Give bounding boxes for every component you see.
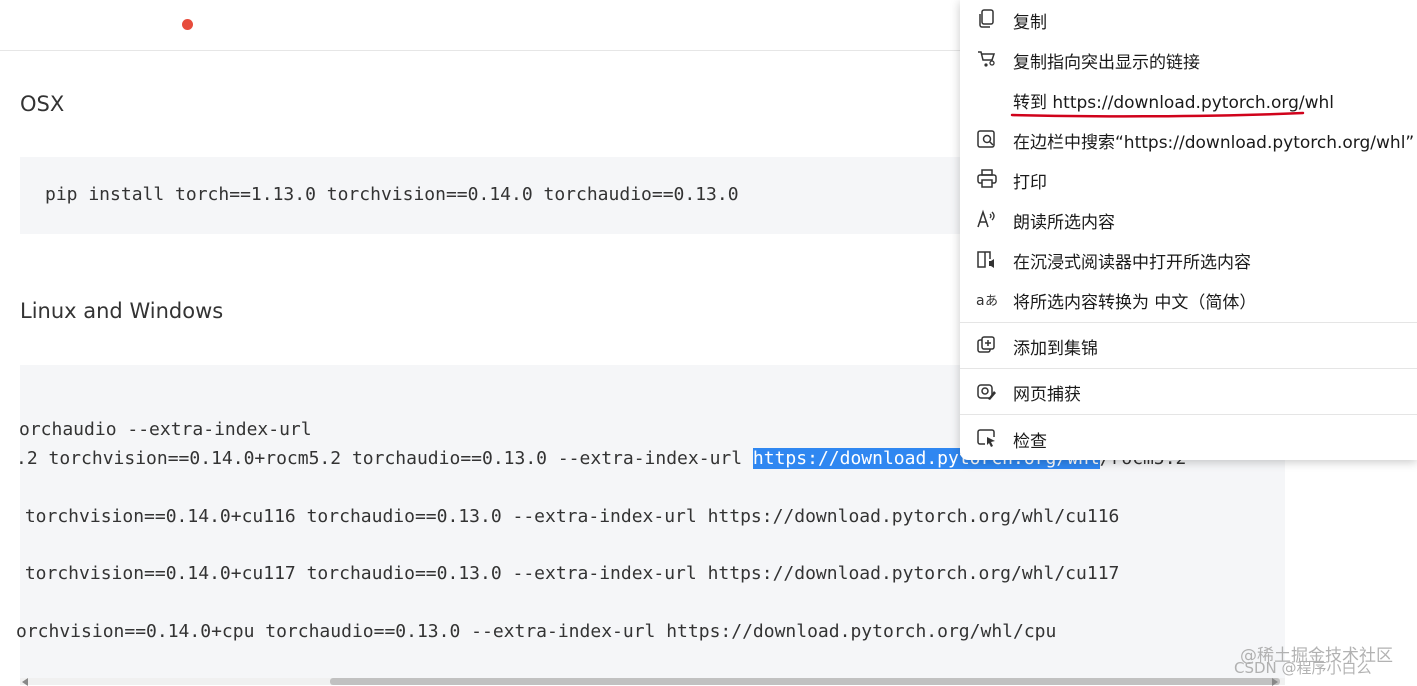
translate-icon: a あ [976, 293, 998, 309]
code-line-3: torchvision==0.14.0+cu116 torchaudio==0.… [14, 506, 1120, 527]
menu-separator [960, 322, 1417, 323]
menu-item-label: 在沉浸式阅读器中打开所选内容 [1013, 253, 1251, 273]
heading-osx: OSX [20, 92, 65, 116]
read-aloud-icon [977, 209, 995, 228]
menu-item-copy-link-highlight[interactable]: 复制指向突出显示的链接 [960, 40, 1417, 78]
red-underline-annotation [1010, 111, 1305, 118]
scrollbar-thumb[interactable] [330, 678, 1280, 685]
menu-item-label: 转到 https://download.pytorch.org/whl [1013, 93, 1335, 113]
menu-item-label: 朗读所选内容 [1013, 213, 1115, 233]
menu-item-inspect[interactable]: 检查 [960, 419, 1417, 457]
printer-icon [977, 169, 997, 188]
inspect-icon [977, 429, 995, 447]
sidebar-search-icon [977, 130, 995, 148]
watermark-line-2: CSDN @程序小白么 [1234, 659, 1372, 677]
menu-item-immersive-reader[interactable]: 在沉浸式阅读器中打开所选内容 [960, 240, 1417, 278]
code-block-osx: pip install torch==1.13.0 torchvision==0… [20, 157, 1000, 234]
menu-item-label: 打印 [1013, 173, 1047, 193]
svg-text:a: a [976, 293, 985, 309]
code-line-2-text: .2 torchvision==0.14.0+rocm5.2 torchaudi… [16, 448, 753, 469]
menu-item-read-aloud[interactable]: 朗读所选内容 [960, 200, 1417, 238]
code-line-4: torchvision==0.14.0+cu117 torchaudio==0.… [14, 563, 1120, 584]
code-line-5: orchvision==0.14.0+cpu torchaudio==0.13.… [16, 621, 1057, 642]
menu-item-add-to-collections[interactable]: 添加到集锦 [960, 326, 1417, 364]
menu-item-label: 复制 [1013, 13, 1047, 33]
menu-item-web-capture[interactable]: 网页捕获 [960, 372, 1417, 410]
menu-item-label: 将所选内容转换为 中文（简体） [1013, 293, 1257, 313]
heading-linux-windows: Linux and Windows [20, 299, 224, 323]
menu-item-copy[interactable]: 复制 [960, 0, 1417, 38]
copy-icon [979, 9, 994, 28]
code-line-1: orchaudio --extra-index-url [19, 419, 312, 440]
menu-separator [960, 414, 1417, 415]
menu-item-label: 检查 [1013, 432, 1047, 452]
notification-dot [182, 19, 193, 30]
menu-item-sidebar-search[interactable]: 在边栏中搜索“https://download.pytorch.org/whl” [960, 120, 1417, 158]
code-line-osx: pip install torch==1.13.0 torchvision==0… [45, 184, 739, 205]
horizontal-scrollbar[interactable] [20, 678, 1285, 685]
collections-icon [977, 336, 995, 353]
web-capture-icon [977, 384, 996, 400]
menu-item-label: 在边栏中搜索“https://download.pytorch.org/whl” [1013, 133, 1415, 153]
menu-item-label: 复制指向突出显示的链接 [1013, 53, 1200, 73]
immersive-reader-icon [977, 251, 994, 268]
menu-separator [960, 368, 1417, 369]
menu-item-label: 添加到集锦 [1013, 339, 1098, 359]
menu-item-translate[interactable]: a あ 将所选内容转换为 中文（简体） [960, 280, 1417, 318]
menu-item-print[interactable]: 打印 [960, 160, 1417, 198]
link-highlight-icon [978, 51, 996, 67]
svg-text:あ: あ [985, 294, 998, 309]
menu-item-label: 网页捕获 [1013, 385, 1081, 405]
context-menu: 复制 复制指向突出显示的链接 转到 https://download.pytor… [960, 0, 1417, 460]
